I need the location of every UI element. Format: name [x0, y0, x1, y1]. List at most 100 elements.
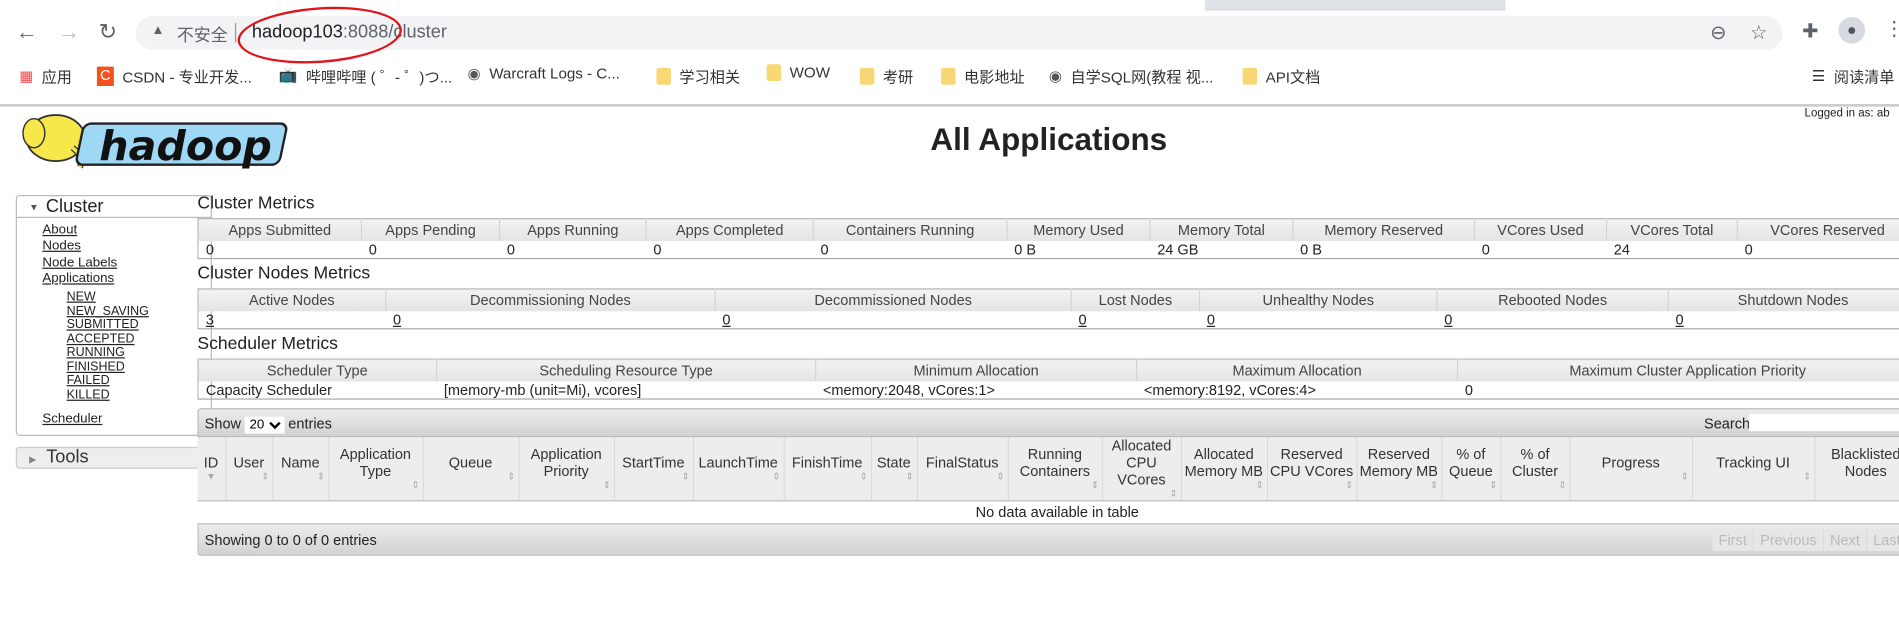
nav-about[interactable]: About [42, 223, 77, 238]
bookmark-folder[interactable]: 电影地址 [941, 64, 1025, 87]
nav-state-finished[interactable]: FINISHED [67, 361, 125, 374]
nav-scheduler[interactable]: Scheduler [42, 412, 102, 427]
metric-cell: 0 [385, 310, 716, 330]
column-header: Active Nodes [198, 288, 387, 311]
sortable-column-header[interactable]: Blacklisted Nodes⇕ [1814, 437, 1899, 502]
nav-state-submitted[interactable]: SUBMITTED [67, 319, 139, 332]
bookmark-label: Warcraft Logs - C... [489, 64, 620, 82]
sortable-column-header[interactable]: Reserved CPU VCores ⇕ [1266, 437, 1358, 502]
metric-link[interactable]: 0 [1444, 311, 1452, 328]
nav-node-labels[interactable]: Node Labels [42, 255, 117, 270]
search-label: Search: [1704, 415, 1755, 433]
sortable-column-header[interactable]: Reserved Memory MB ⇕ [1356, 437, 1442, 502]
sortable-column-header[interactable]: Application Priority ⇕ [518, 437, 615, 502]
metric-cell: Capacity Scheduler [198, 380, 437, 400]
bookmark-folder[interactable]: 考研 [859, 64, 914, 87]
column-label: Queue [448, 454, 493, 472]
sortable-column-header[interactable]: Name ⇕ [272, 437, 329, 502]
sortable-column-header[interactable]: State ⇕ [870, 437, 918, 502]
sortable-column-header[interactable]: LaunchTime ⇕ [692, 437, 785, 502]
bookmark-folder[interactable]: API文档 [1242, 64, 1320, 87]
metric-link[interactable]: 0 [1207, 311, 1215, 328]
reading-list[interactable]: ☰ 阅读清单 [1812, 64, 1895, 87]
profile-icon[interactable]: ● [1838, 16, 1866, 44]
sortable-column-header[interactable]: Running Containers ⇕ [1007, 437, 1103, 502]
tab[interactable] [1505, 0, 1899, 11]
nav-state-new-saving[interactable]: NEW_SAVING [67, 305, 149, 318]
column-label: Reserved CPU VCores [1270, 445, 1354, 480]
bookmark-label: 考研 [882, 69, 914, 86]
nav-nodes[interactable]: Nodes [42, 239, 81, 254]
reading-list-icon: ☰ [1811, 67, 1826, 85]
tools-header[interactable]: ▶ Tools [15, 447, 212, 470]
search-input[interactable] [1748, 414, 1899, 432]
bookmark-bilibili[interactable]: 📺 哔哩哔哩 ( ゜- ゜)つ... [279, 64, 453, 87]
metric-cell: 24 GB [1149, 240, 1293, 260]
folder-icon [1242, 67, 1258, 85]
zoom-icon[interactable]: ⊖ [1710, 21, 1726, 45]
page-size-select[interactable]: 20 [244, 416, 285, 434]
insecure-label[interactable]: 不安全 [177, 23, 228, 47]
forward-icon[interactable]: → [57, 19, 81, 43]
bookmark-csdn[interactable]: C CSDN - 专业开发... [96, 64, 252, 87]
metric-cell: <memory:2048, vCores:1> [815, 380, 1137, 400]
sortable-column-header[interactable]: StartTime ⇕ [614, 437, 694, 502]
show-label: Show [204, 415, 242, 433]
page-size-control: Show 20 entries [204, 415, 332, 434]
bookmark-label: CSDN - 专业开发... [122, 69, 252, 86]
sortable-column-header[interactable]: Application Type ⇕ [328, 437, 424, 502]
logged-in-user: Logged in as: ab [1804, 106, 1890, 120]
metric-link[interactable]: 3 [206, 311, 214, 328]
page-next-button[interactable]: Next [1824, 529, 1868, 552]
column-label: % of Cluster [1512, 445, 1559, 480]
page-previous-button[interactable]: Previous [1754, 529, 1824, 552]
cluster-metrics-title: Cluster Metrics [197, 193, 315, 214]
bookmark-sql[interactable]: ◉ 自学SQL网(教程 视... [1049, 64, 1214, 87]
metric-cell: 0 [361, 240, 500, 260]
metric-cell: 0 [813, 240, 1008, 260]
bookmark-folder[interactable]: WOW [766, 64, 831, 82]
reload-icon[interactable]: ↻ [96, 19, 120, 43]
column-header: Memory Total [1149, 218, 1294, 241]
metric-cell: 0 B [1007, 240, 1150, 260]
metric-link[interactable]: 0 [1676, 311, 1684, 328]
cluster-header[interactable]: ▼ Cluster [16, 196, 211, 218]
sortable-column-header[interactable]: User ⇕ [225, 437, 274, 502]
star-icon[interactable]: ☆ [1750, 21, 1767, 45]
bookmark-apps[interactable]: ▦ 应用 [19, 64, 72, 87]
bookmark-folder[interactable]: 学习相关 [656, 64, 740, 87]
metric-link[interactable]: 0 [722, 311, 730, 328]
nav-state-accepted[interactable]: ACCEPTED [67, 333, 135, 346]
page-last-button[interactable]: Last [1867, 529, 1899, 551]
sort-icon: ⇕ [1558, 479, 1567, 491]
nav-applications[interactable]: Applications [42, 271, 114, 286]
metric-link[interactable]: 0 [1078, 311, 1086, 328]
sortable-column-header[interactable]: FinalStatus ⇕ [916, 437, 1009, 502]
nav-state-new[interactable]: NEW [67, 291, 96, 304]
page-first-button[interactable]: First [1712, 529, 1755, 552]
sortable-column-header[interactable]: ID ▼ [197, 437, 226, 502]
bookmark-label: WOW [789, 64, 831, 82]
bookmark-warcraft-logs[interactable]: ◉ Warcraft Logs - C... [467, 64, 620, 83]
sortable-column-header[interactable]: % of Cluster ⇕ [1500, 437, 1571, 502]
sortable-column-header[interactable]: FinishTime ⇕ [783, 437, 872, 502]
menu-icon[interactable]: ⋮ [1884, 17, 1899, 41]
active-tab[interactable] [0, 0, 1206, 11]
nav-state-killed[interactable]: KILLED [67, 388, 110, 401]
sort-icon: ⇕ [261, 471, 270, 483]
extensions-icon[interactable]: ✚ [1802, 19, 1818, 43]
sortable-column-header[interactable]: Allocated CPU VCores ⇕ [1102, 437, 1182, 502]
sortable-column-header[interactable]: Allocated Memory MB ⇕ [1180, 437, 1268, 502]
nav-state-failed[interactable]: FAILED [67, 374, 110, 387]
sortable-column-header[interactable]: Progress ⇕ [1569, 437, 1693, 502]
sortable-column-header[interactable]: Queue ⇕ [422, 437, 519, 502]
table-footer: Showing 0 to 0 of 0 entries First Previo… [197, 524, 1899, 556]
metric-cell: 24 [1606, 240, 1738, 260]
column-header: Memory Used [1007, 218, 1151, 241]
metric-link[interactable]: 0 [393, 311, 401, 328]
sortable-column-header[interactable]: % of Queue ⇕ [1441, 437, 1502, 502]
back-icon[interactable]: ← [15, 19, 39, 43]
column-label: Progress [1601, 454, 1660, 472]
sortable-column-header[interactable]: Tracking UI ⇕ [1691, 437, 1815, 502]
nav-state-running[interactable]: RUNNING [67, 347, 125, 360]
